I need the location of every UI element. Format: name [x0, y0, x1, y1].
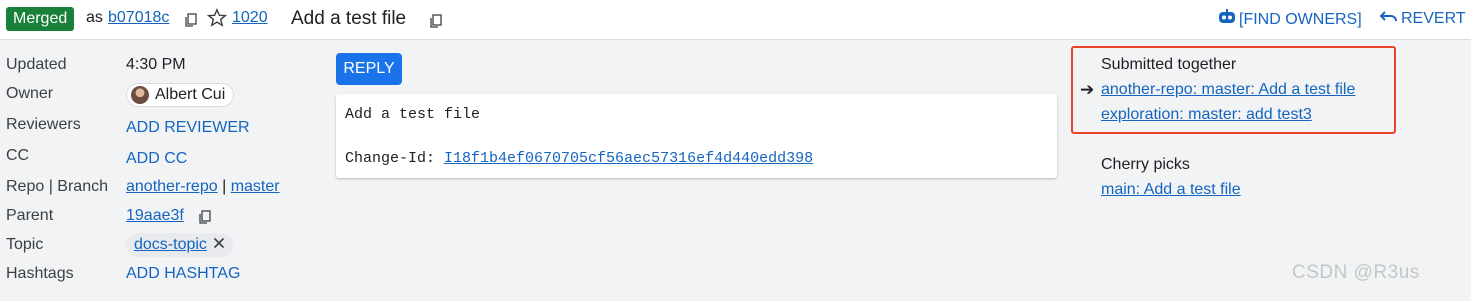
topic-chip: docs-topic — [126, 233, 233, 257]
reply-button[interactable]: REPLY — [336, 53, 402, 85]
copy-subject-icon[interactable] — [429, 14, 443, 28]
copy-icon[interactable] — [184, 13, 198, 27]
add-cc-button[interactable]: ADD CC — [126, 150, 187, 168]
change-id-line: Change-Id: I18f1b4ef0670705cf56aec57316e… — [345, 150, 813, 167]
cherry-picks-heading: Cherry picks — [1101, 156, 1190, 173]
owner-label: Owner — [6, 85, 54, 102]
change-id-link[interactable]: I18f1b4ef0670705cf56aec57316ef4d440edd39… — [444, 150, 813, 167]
change-number-link[interactable]: 1020 — [232, 9, 268, 27]
cherry-pick-item[interactable]: main: Add a test file — [1101, 181, 1241, 199]
change-subject: Add a test file — [291, 8, 407, 29]
branch-link[interactable]: master — [231, 178, 280, 195]
revert-label: REVERT — [1401, 9, 1466, 27]
remove-topic-icon[interactable] — [213, 236, 225, 254]
hashtags-label: Hashtags — [6, 265, 74, 282]
repo-branch-label: Repo | Branch — [6, 178, 108, 195]
undo-icon — [1379, 9, 1398, 28]
owner-chip[interactable]: Albert Cui — [126, 83, 235, 107]
repo-branch-separator: | — [222, 178, 227, 195]
submitted-together-heading: Submitted together — [1101, 56, 1237, 73]
find-owners-button[interactable]: [FIND OWNERS] — [1217, 9, 1362, 30]
as-label: as — [86, 9, 103, 26]
submitted-together-item[interactable]: exploration: master: add test3 — [1101, 106, 1312, 124]
commit-message-subject: Add a test file — [345, 106, 481, 123]
updated-value: 4:30 PM — [126, 56, 186, 73]
star-icon[interactable] — [206, 8, 228, 28]
commit-message: Add a test file Change-Id: I18f1b4ef0670… — [336, 94, 1057, 178]
repo-branch-value: another-repo | master — [126, 178, 280, 196]
change-id-label: Change-Id: — [345, 150, 436, 167]
add-hashtag-button[interactable]: ADD HASHTAG — [126, 265, 240, 283]
topic-link[interactable]: docs-topic — [134, 236, 207, 254]
owner-name: Albert Cui — [155, 86, 226, 103]
topic-label: Topic — [6, 236, 44, 253]
copy-parent-icon[interactable] — [198, 210, 212, 224]
current-change-arrow-icon: ➔ — [1080, 80, 1095, 99]
revert-button[interactable]: REVERT — [1379, 9, 1466, 28]
repo-link[interactable]: another-repo — [126, 178, 218, 195]
parent-label: Parent — [6, 207, 54, 224]
parent-link[interactable]: 19aae3f — [126, 207, 184, 225]
add-reviewer-button[interactable]: ADD REVIEWER — [126, 119, 250, 137]
submitted-together-item[interactable]: another-repo: master: Add a test file — [1101, 81, 1355, 99]
reviewers-label: Reviewers — [6, 116, 81, 133]
robot-icon — [1217, 9, 1237, 30]
updated-label: Updated — [6, 56, 67, 73]
find-owners-label: [FIND OWNERS] — [1239, 10, 1362, 28]
change-header: Merged as b07018c 1020 Add a test file [… — [0, 0, 1471, 40]
status-badge: Merged — [6, 7, 75, 31]
watermark: CSDN @R3us — [1292, 262, 1420, 283]
commit-hash-link[interactable]: b07018c — [108, 9, 169, 27]
avatar — [131, 86, 149, 104]
cc-label: CC — [6, 147, 30, 164]
